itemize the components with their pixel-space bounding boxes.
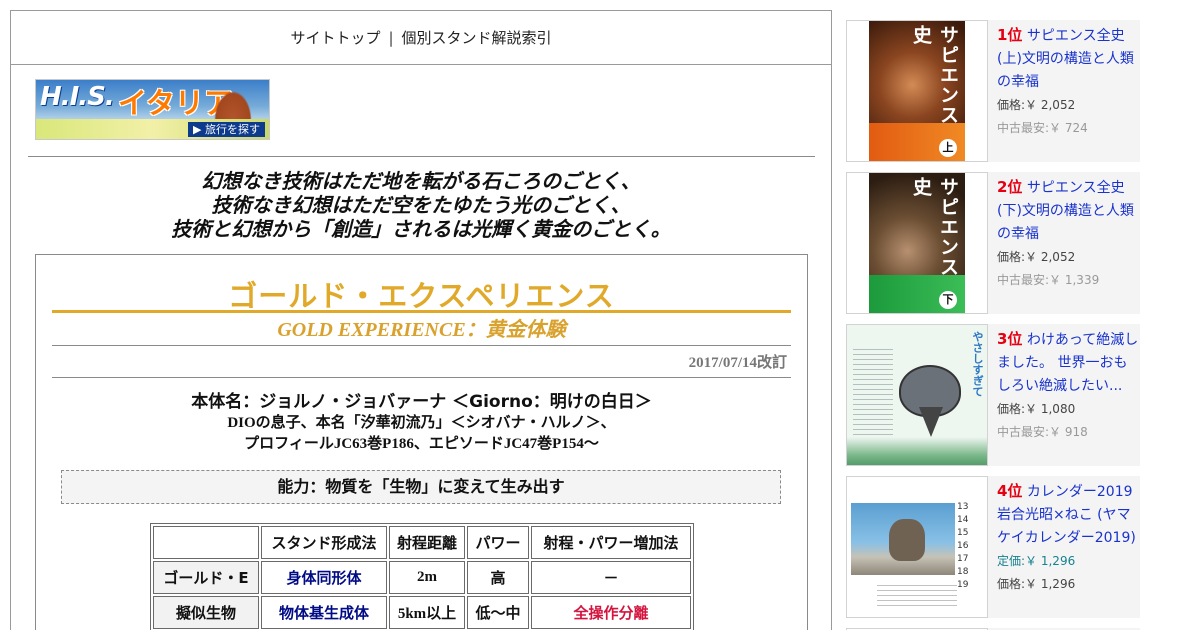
motto: 幻想なき技術はただ地を転がる石ころのごとく、 技術なき幻想はただ空をたゆたう光の… <box>11 169 831 241</box>
table-cell: 高 <box>467 561 529 594</box>
ranking-info: 1位 サピエンス全史(上)文明の構造と人類の幸福 価格:￥ 2,052 中古最安… <box>997 24 1140 136</box>
table-cell: 全操作分離 <box>531 596 691 629</box>
calendar-day: 18 <box>957 567 969 577</box>
cat-photo <box>851 503 955 575</box>
rank-badge: 2位 <box>997 178 1023 196</box>
cover-volume-badge: 上 <box>939 139 957 157</box>
top-navigation: サイトトップ | 個別スタンド解説索引 <box>11 11 831 65</box>
ranking-title-line: 3位 わけあって絶滅しました。 世界一おもしろい絶滅したい... <box>997 328 1140 398</box>
nav-stand-index-link[interactable]: 個別スタンド解説索引 <box>402 27 552 48</box>
divider <box>52 377 791 378</box>
cover-volume-badge: 下 <box>939 291 957 309</box>
table-row-header: ゴールド・E <box>153 561 259 594</box>
table-row: ゴールド・E 身体同形体 2m 高 － <box>153 561 691 594</box>
stand-stats-table: スタンド形成法 射程距離 パワー 射程・パワー増加法 ゴールド・E 身体同形体 … <box>150 523 694 630</box>
stand-ability: 能力：物質を「生物」に変えて生み出す <box>61 470 781 504</box>
table-header-row: スタンド形成法 射程距離 パワー 射程・パワー増加法 <box>153 526 691 559</box>
user-desc-line-2: プロフィールJC63巻P186、エピソードJC47巻P154～ <box>244 436 599 452</box>
table-cell: 5km以上 <box>389 596 465 629</box>
table-row: 擬似生物 物体基生成体 5km以上 低～中 全操作分離 <box>153 596 691 629</box>
nav-site-top-link[interactable]: サイトトップ <box>290 27 380 48</box>
cover-seaweed <box>847 437 987 465</box>
ranking-item: やさしすぎて 3位 わけあって絶滅しました。 世界一おもしろい絶滅したい... … <box>846 324 1140 466</box>
banner-search-trip-button[interactable]: ▶ 旅行を探す <box>188 122 265 137</box>
product-price: 価格:￥ 1,080 <box>997 402 1076 416</box>
cover-text-block <box>853 349 893 439</box>
table-cell: 身体同形体 <box>261 561 387 594</box>
rank-badge: 4位 <box>997 482 1023 500</box>
calendar-footer-text <box>877 585 957 609</box>
book-thumbnail[interactable]: やさしすぎて <box>846 324 988 466</box>
motto-line-3: 技術と幻想から「創造」されるは光輝く黄金のごとく。 <box>171 217 671 241</box>
calendar-day: 13 <box>957 502 969 512</box>
rank-badge: 1位 <box>997 26 1023 44</box>
cat-illustration <box>889 519 925 561</box>
nav-separator: | <box>388 28 394 47</box>
calendar-day: 15 <box>957 528 969 538</box>
cover-title: やさしすぎて <box>971 331 984 397</box>
revision-date: 2017/07/14改訂 <box>688 355 787 371</box>
table-cell: 物体基生成体 <box>261 596 387 629</box>
ranking-title-line: 2位 サピエンス全史(下)文明の構造と人類の幸福 <box>997 176 1140 246</box>
used-lowest-price: 中古最安:￥ 724 <box>997 121 1088 135</box>
divider <box>52 345 791 346</box>
table-header-cell: パワー <box>467 526 529 559</box>
motto-line-2: 技術なき幻想はただ空をたゆたう光のごとく、 <box>211 193 631 217</box>
extinct-fish-illustration <box>899 365 961 437</box>
main-content: サイトトップ | 個別スタンド解説索引 H.I.S. イタリア ▶ 旅行を探す … <box>10 10 832 630</box>
ranking-item: サピエンス全史 上 1位 サピエンス全史(上)文明の構造と人類の幸福 価格:￥ … <box>846 20 1140 162</box>
table-cell: － <box>531 561 691 594</box>
calendar-day: 17 <box>957 554 969 564</box>
calendar-days: 13 14 15 16 17 18 19 <box>957 501 985 592</box>
product-price: 価格:￥ 2,052 <box>997 98 1076 112</box>
table-header-cell: スタンド形成法 <box>261 526 387 559</box>
stand-subtitle: GOLD EXPERIENCE：黄金体験 <box>277 319 566 341</box>
table-cell: 低～中 <box>467 596 529 629</box>
stand-user-description: DIOの息子、本名「汐華初流乃」＜シオバナ・ハルノ＞、 プロフィールJC63巻P… <box>36 413 807 455</box>
table-cell: 2m <box>389 561 465 594</box>
used-lowest-price: 中古最安:￥ 918 <box>997 425 1088 439</box>
divider <box>28 156 815 157</box>
book-thumbnail[interactable]: サピエンス全史 上 <box>846 20 988 162</box>
book-cover-image: サピエンス全史 下 <box>869 173 965 313</box>
stand-article: ゴールド・エクスペリエンス GOLD EXPERIENCE：黄金体験 2017/… <box>35 254 808 630</box>
ranking-title-line: 4位 カレンダー2019 岩合光昭×ねこ (ヤマケイカレンダー2019) <box>997 480 1140 550</box>
his-logo: H.I.S. <box>40 82 115 112</box>
motto-line-1: 幻想なき技術はただ地を転がる石ころのごとく、 <box>201 169 641 193</box>
calendar-day: 16 <box>957 541 969 551</box>
ranking-info: 4位 カレンダー2019 岩合光昭×ねこ (ヤマケイカレンダー2019) 定価:… <box>997 480 1140 592</box>
calendar-day: 14 <box>957 515 969 525</box>
calendar-day: 19 <box>957 580 969 590</box>
user-desc-line-1: DIOの息子、本名「汐華初流乃」＜シオバナ・ハルノ＞、 <box>227 415 616 431</box>
ranking-info: 3位 わけあって絶滅しました。 世界一おもしろい絶滅したい... 価格:￥ 1,… <box>997 328 1140 440</box>
his-italy-banner-ad[interactable]: H.I.S. イタリア ▶ 旅行を探す <box>35 79 270 140</box>
rank-badge: 3位 <box>997 330 1023 348</box>
table-header-cell: 射程・パワー増加法 <box>531 526 691 559</box>
book-thumbnail[interactable]: サピエンス全史 下 <box>846 172 988 314</box>
stand-title: ゴールド・エクスペリエンス <box>228 279 615 313</box>
ranking-info: 2位 サピエンス全史(下)文明の構造と人類の幸福 価格:￥ 2,052 中古最安… <box>997 176 1140 288</box>
ranking-title-line: 1位 サピエンス全史(上)文明の構造と人類の幸福 <box>997 24 1140 94</box>
product-price: 価格:￥ 2,052 <box>997 250 1076 264</box>
ranking-item: 13 14 15 16 17 18 19 4位 カレンダー2019 岩合光昭×ね… <box>846 476 1140 618</box>
table-row-header: 擬似生物 <box>153 596 259 629</box>
table-header-cell: 射程距離 <box>389 526 465 559</box>
calendar-cover-image: 13 14 15 16 17 18 19 <box>847 477 987 617</box>
product-price: 価格:￥ 1,296 <box>997 577 1076 591</box>
ranking-item: サピエンス全史 下 2位 サピエンス全史(下)文明の構造と人類の幸福 価格:￥ … <box>846 172 1140 314</box>
book-cover-image: やさしすぎて <box>847 325 987 465</box>
florence-dome-image <box>211 86 255 120</box>
calendar-thumbnail[interactable]: 13 14 15 16 17 18 19 <box>846 476 988 618</box>
product-list-price: 定価:￥ 1,296 <box>997 554 1076 568</box>
table-header-cell <box>153 526 259 559</box>
book-cover-image: サピエンス全史 上 <box>869 21 965 161</box>
stand-user-name: 本体名：ジョルノ・ジョバァーナ ＜Giorno：明けの白日＞ <box>191 392 652 412</box>
used-lowest-price: 中古最安:￥ 1,339 <box>997 273 1100 287</box>
